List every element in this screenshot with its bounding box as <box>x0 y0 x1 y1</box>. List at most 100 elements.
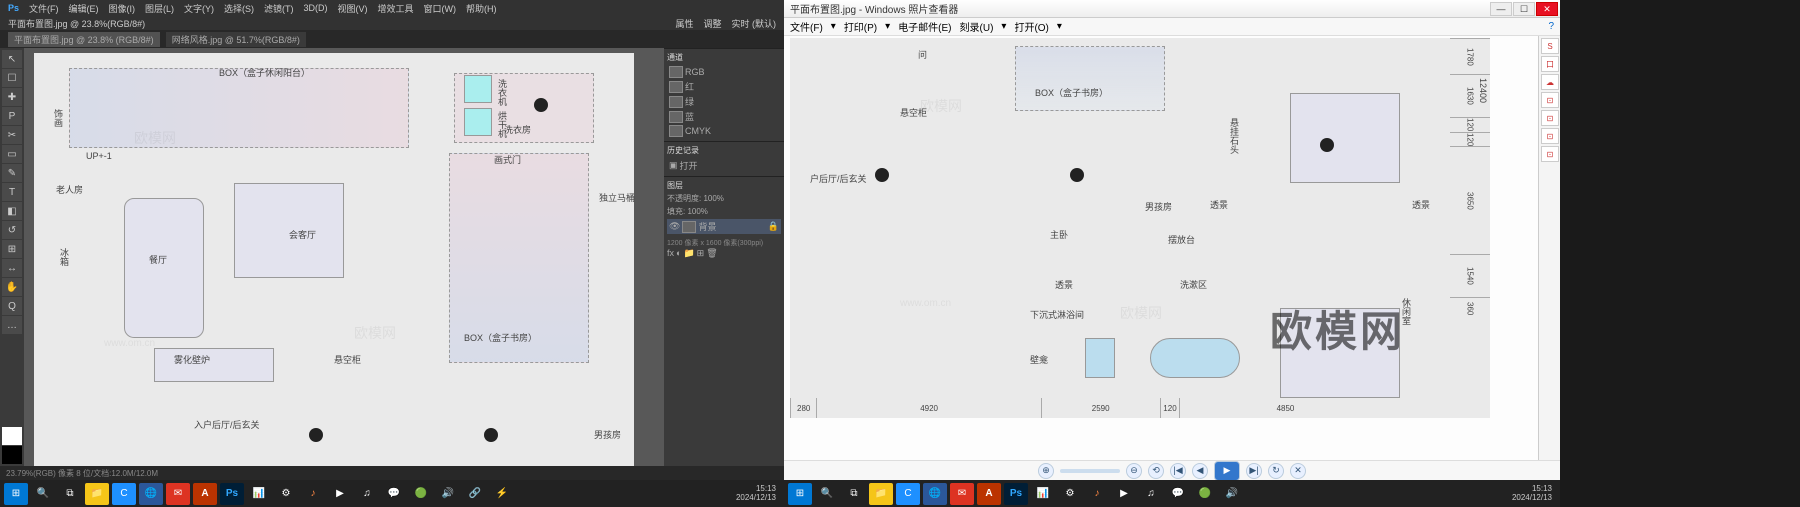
wpv-email[interactable]: 电子邮件(E) <box>898 19 951 34</box>
app-icon[interactable]: 📊 <box>1031 483 1055 505</box>
frame-tool[interactable]: ▭ <box>2 145 22 163</box>
zoom-tool[interactable]: Q <box>2 297 22 315</box>
minimize-button[interactable]: — <box>1490 2 1512 16</box>
marquee-tool[interactable]: ☐ <box>2 69 22 87</box>
layers-fill[interactable]: 填充: 100% <box>667 206 781 217</box>
photoshop-icon[interactable]: Ps <box>1004 483 1028 505</box>
path-tool[interactable]: ↔ <box>2 259 22 277</box>
brush-tool[interactable]: ✎ <box>2 164 22 182</box>
sw-6[interactable]: ⊡ <box>1541 146 1559 162</box>
wpv-burn[interactable]: 刻录(U) <box>960 19 994 34</box>
close-button[interactable]: ✕ <box>1536 2 1558 16</box>
edge-icon[interactable]: 🌐 <box>139 483 163 505</box>
tray-icon[interactable]: 🟢 <box>1193 483 1217 505</box>
mail-icon[interactable]: ✉ <box>950 483 974 505</box>
music-icon[interactable]: ♪ <box>1085 483 1109 505</box>
wechat-icon[interactable]: 💬 <box>1166 483 1190 505</box>
mail-icon[interactable]: ✉ <box>166 483 190 505</box>
folder-icon[interactable]: 📁 <box>683 248 694 259</box>
taskview-icon[interactable]: ⧉ <box>58 483 82 505</box>
music2-icon[interactable]: ♫ <box>355 483 379 505</box>
layers-opacity[interactable]: 不透明度: 100% <box>667 193 781 204</box>
menu-window[interactable]: 窗口(W) <box>424 2 457 15</box>
power-icon[interactable]: ⚡ <box>490 483 514 505</box>
tab-style[interactable]: 网络风格.jpg @ 51.7%(RGB/8#) <box>166 32 306 47</box>
app-icon[interactable]: 📊 <box>247 483 271 505</box>
music2-icon[interactable]: ♫ <box>1139 483 1163 505</box>
volume-icon[interactable]: 🔊 <box>1220 483 1244 505</box>
net-icon[interactable]: 🔗 <box>463 483 487 505</box>
menu-image[interactable]: 图像(I) <box>109 2 136 15</box>
autocad-icon[interactable]: A <box>977 483 1001 505</box>
explorer-icon[interactable]: 📁 <box>869 483 893 505</box>
player-icon[interactable]: ▶ <box>1112 483 1136 505</box>
channel-r[interactable]: 红 <box>667 79 781 94</box>
sw-1[interactable]: 口 <box>1541 56 1559 72</box>
menu-file[interactable]: 文件(F) <box>29 2 59 15</box>
slideshow-icon[interactable]: ▶ <box>1214 461 1240 481</box>
rotate-icon[interactable]: ↻ <box>1268 463 1284 479</box>
sw-ime[interactable]: S <box>1541 38 1559 54</box>
player-icon[interactable]: ▶ <box>328 483 352 505</box>
option-mode[interactable]: 实时 (默认) <box>732 17 777 30</box>
wpv-canvas[interactable]: BOX（盒子书房） 悬空柜 户后厅/后玄关 主卧 男孩房 透景 透景 透景 摆放… <box>784 36 1538 460</box>
menu-help[interactable]: 帮助(H) <box>466 2 497 15</box>
delete-icon[interactable]: ✕ <box>1290 463 1306 479</box>
clock-left[interactable]: 15:132024/12/13 <box>736 485 780 503</box>
sw-5[interactable]: ⊡ <box>1541 128 1559 144</box>
zoom-in-icon[interactable]: ⊕ <box>1038 463 1054 479</box>
channel-g[interactable]: 绿 <box>667 94 781 109</box>
ps-canvas[interactable]: BOX（盒子休闲阳台） BOX（盒子书房） 洗衣房 洗衣机 烘干机 UP+-1 … <box>24 48 664 466</box>
menu-3d[interactable]: 3D(D) <box>304 3 328 13</box>
wpv-file[interactable]: 文件(F) <box>790 19 823 34</box>
more-tool[interactable]: … <box>2 316 22 334</box>
photoshop-icon[interactable]: Ps <box>220 483 244 505</box>
new-layer-icon[interactable]: ⊞ <box>697 248 705 259</box>
fg-color[interactable] <box>2 427 22 445</box>
rotate-tool[interactable]: ↺ <box>2 221 22 239</box>
text-tool[interactable]: T <box>2 183 22 201</box>
channel-cmyk[interactable]: CMYK <box>667 124 781 138</box>
explorer-icon[interactable]: 📁 <box>85 483 109 505</box>
layer-bg[interactable]: 👁 背景 🔒 <box>667 219 781 234</box>
maximize-button[interactable]: ☐ <box>1513 2 1535 16</box>
menu-view[interactable]: 视图(V) <box>338 2 368 15</box>
tray-icon[interactable]: 🟢 <box>409 483 433 505</box>
help-icon[interactable]: ? <box>1548 21 1554 32</box>
sw-2[interactable]: ☁ <box>1541 74 1559 90</box>
option-adj[interactable]: 调整 <box>703 17 721 30</box>
sw-3[interactable]: ⊡ <box>1541 92 1559 108</box>
option-prop[interactable]: 属性 <box>675 17 693 30</box>
start-button[interactable]: ⊞ <box>4 483 28 505</box>
wechat-icon[interactable]: 💬 <box>382 483 406 505</box>
search-icon[interactable]: 🔍 <box>31 483 55 505</box>
menu-layer[interactable]: 图层(L) <box>145 2 174 15</box>
wpv-print[interactable]: 打印(P) <box>844 19 877 34</box>
music-icon[interactable]: ♪ <box>301 483 325 505</box>
zoom-slider[interactable] <box>1060 469 1120 473</box>
zoom-out-icon[interactable]: ⊖ <box>1126 463 1142 479</box>
channel-rgb[interactable]: RGB <box>667 65 781 79</box>
shape-tool[interactable]: ⊞ <box>2 240 22 258</box>
volume-icon[interactable]: 🔊 <box>436 483 460 505</box>
menu-edit[interactable]: 编辑(E) <box>69 2 99 15</box>
sw-4[interactable]: ⊡ <box>1541 110 1559 126</box>
start-button[interactable]: ⊞ <box>788 483 812 505</box>
menu-plugin[interactable]: 增效工具 <box>378 2 414 15</box>
hand-tool[interactable]: ✋ <box>2 278 22 296</box>
search-icon[interactable]: 🔍 <box>815 483 839 505</box>
menu-select[interactable]: 选择(S) <box>224 2 254 15</box>
menu-filter[interactable]: 滤镜(T) <box>264 2 294 15</box>
move-tool[interactable]: ↖ <box>2 50 22 68</box>
pen-tool[interactable]: P <box>2 107 22 125</box>
mask-icon[interactable]: ◐ <box>676 248 681 259</box>
chrome-icon[interactable]: C <box>112 483 136 505</box>
first-icon[interactable]: |◀ <box>1170 463 1186 479</box>
fx-icon[interactable]: fx <box>667 248 674 259</box>
crop-tool[interactable]: ✚ <box>2 88 22 106</box>
fit-icon[interactable]: ⟲ <box>1148 463 1164 479</box>
bg-color[interactable] <box>2 446 22 464</box>
trash-icon[interactable]: 🗑 <box>706 248 717 259</box>
settings-icon[interactable]: ⚙ <box>1058 483 1082 505</box>
tab-floorplan[interactable]: 平面布置图.jpg @ 23.8% (RGB/8#) <box>8 32 160 47</box>
